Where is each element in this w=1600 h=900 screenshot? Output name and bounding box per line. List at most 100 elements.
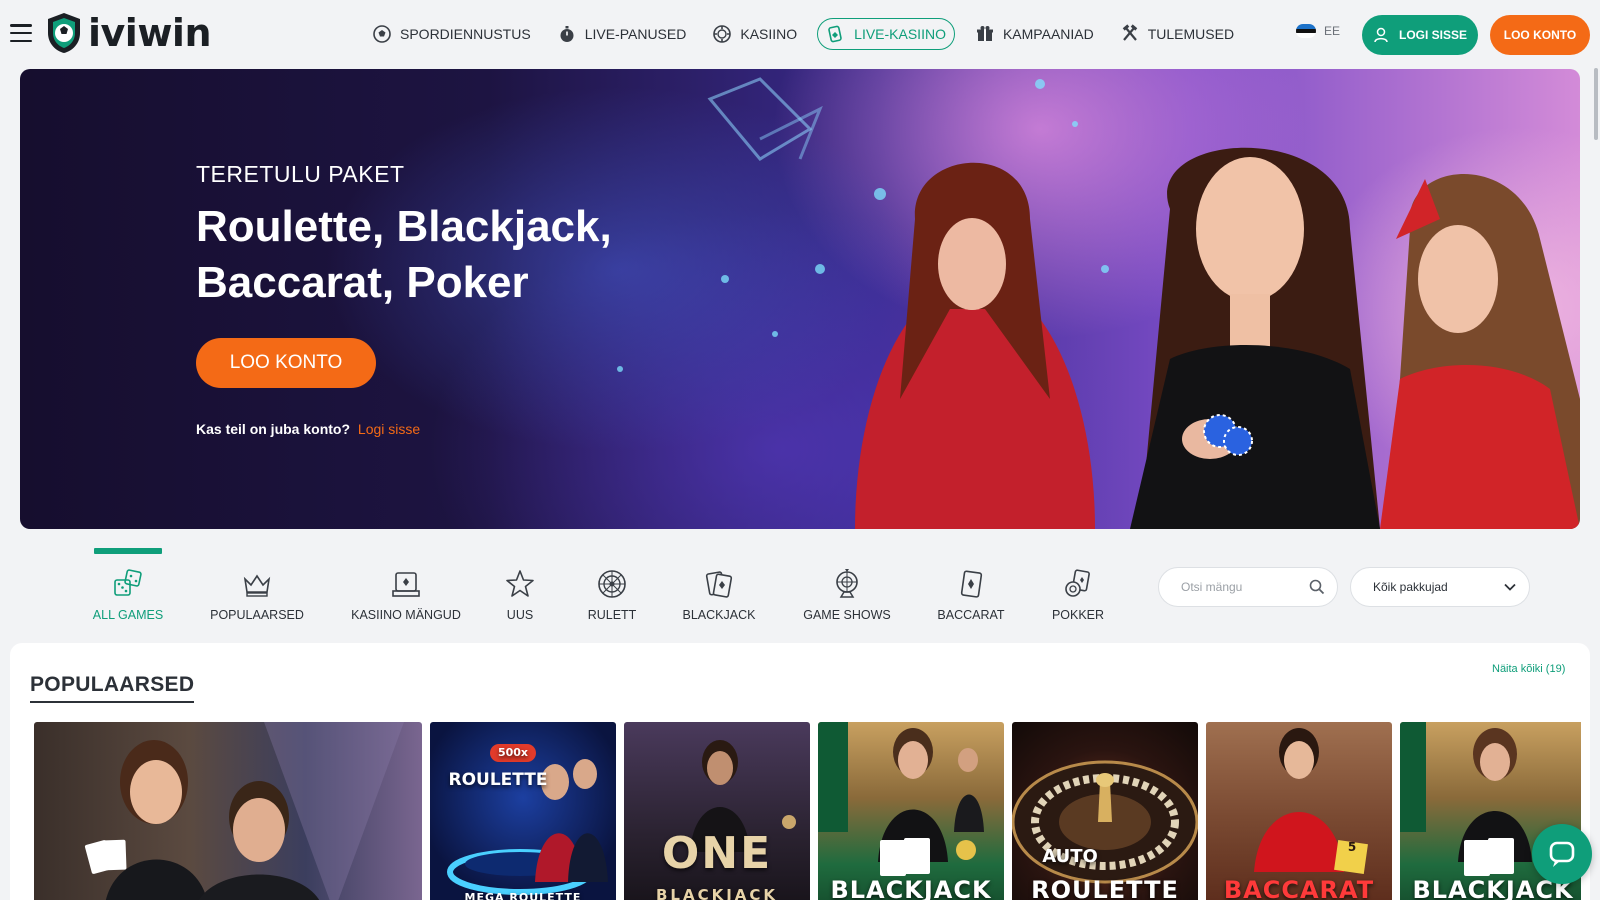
login-button[interactable]: LOGI SISSE [1362, 15, 1478, 55]
playing-cards-icon [705, 571, 733, 598]
game-tile[interactable]: 5 BACCARAT [1206, 722, 1392, 900]
category-label: UUS [506, 608, 534, 622]
tab-casino-games[interactable]: KASIINO MÄNGUD [340, 548, 472, 626]
search-icon[interactable] [1309, 579, 1325, 595]
game-badge: 500x [497, 746, 529, 759]
hero-title: Roulette, Blackjack, Baccarat, Poker [196, 202, 612, 307]
game-thumbnail [1254, 728, 1368, 874]
soccer-ball-icon [373, 25, 391, 43]
game-title: BLACKJACK [830, 876, 992, 900]
game-tiles-row: 500x ROULETTE MEGA ROULETTE ONE BLACKJAC… [34, 722, 1581, 900]
card-icon [960, 570, 983, 598]
top-header: iviwin SPORDIENNUSTUS LIVE-PANUSED KASII… [0, 0, 1600, 68]
category-label: RULETT [587, 608, 637, 622]
game-tile[interactable]: BLACKJACK [818, 722, 1004, 900]
see-all-link[interactable]: Näita kõiki (19) [1492, 663, 1565, 675]
main-nav: SPORDIENNUSTUS LIVE-PANUSED KASIINO LIVE… [366, 18, 1240, 50]
tab-baccarat[interactable]: BACCARAT [912, 548, 1030, 626]
nav-label: LIVE-KASIINO [854, 26, 946, 42]
nav-item-live-casino[interactable]: LIVE-KASIINO [817, 18, 955, 50]
estonia-flag-icon [1296, 24, 1316, 38]
game-thumbnail [84, 722, 404, 900]
tab-popular[interactable]: POPULAARSED [174, 548, 340, 626]
game-tile[interactable]: 500x ROULETTE MEGA ROULETTE [430, 722, 616, 900]
chevron-down-icon [1504, 583, 1516, 591]
hero-banner: TERETULU PAKET Roulette, Blackjack, Bacc… [20, 69, 1580, 529]
hero-login-link[interactable]: Logi sisse [358, 421, 420, 437]
game-logo-text: ROULETTE [448, 770, 548, 790]
category-tabs: ALL GAMES POPULAARSED KASIINO MÄNGUD UUS… [82, 548, 1126, 626]
nav-label: LIVE-PANUSED [584, 26, 687, 42]
crown-icon [243, 574, 271, 597]
gift-icon [976, 26, 993, 41]
language-selector[interactable]: EE [1296, 24, 1340, 38]
game-thumbnail [818, 722, 984, 876]
nav-label: KAMPAANIAD [1002, 26, 1094, 42]
section-title: POPULAARSED [30, 673, 195, 703]
category-label: POKKER [1051, 608, 1105, 622]
language-code: EE [1324, 24, 1341, 38]
game-logo-text: ONE [661, 828, 773, 879]
tab-game-shows[interactable]: GAME SHOWS [782, 548, 912, 626]
tab-roulette[interactable]: RULETT [568, 548, 656, 626]
crossed-hammers-icon [1122, 24, 1137, 41]
hamburger-menu-icon[interactable] [10, 24, 32, 42]
live-chat-button[interactable] [1532, 824, 1592, 884]
game-logo-text: AUTO [1042, 846, 1098, 867]
category-label: BACCARAT [937, 608, 1005, 622]
game-tile[interactable]: ONE BLACKJACK [624, 722, 810, 900]
game-thumbnail [1012, 760, 1198, 884]
nav-item-sports[interactable]: SPORDIENNUSTUS [366, 18, 537, 50]
provider-select[interactable]: Kõik pakkujad [1350, 567, 1530, 607]
tab-new[interactable]: UUS [472, 548, 568, 626]
category-label: POPULAARSED [210, 608, 304, 622]
game-badge: 5 [1347, 840, 1357, 854]
game-title: BLACKJACK [655, 886, 779, 900]
category-label: ALL GAMES [92, 608, 164, 622]
popular-section: POPULAARSED Näita kõiki (19) 500x ROULET… [10, 643, 1590, 900]
game-show-wheel-icon [836, 569, 858, 598]
game-title: ROULETTE [1031, 876, 1179, 900]
user-icon [1374, 27, 1388, 43]
nav-item-promotions[interactable]: KAMPAANIAD [969, 18, 1100, 50]
poker-chips-icon [1065, 569, 1090, 597]
star-icon [506, 570, 534, 597]
tab-blackjack[interactable]: BLACKJACK [656, 548, 782, 626]
hero-login-question: Kas teil on juba konto? [196, 421, 351, 437]
nav-item-casino[interactable]: KASIINO [706, 18, 803, 50]
game-tile[interactable] [34, 722, 422, 900]
hero-register-button[interactable]: LOO KONTO [196, 338, 376, 388]
game-title: BACCARAT [1223, 876, 1375, 900]
register-button[interactable]: LOO KONTO [1490, 15, 1590, 55]
category-label: BLACKJACK [682, 608, 756, 622]
game-title: MEGA ROULETTE [464, 891, 582, 900]
category-label: GAME SHOWS [803, 608, 891, 622]
nav-label: SPORDIENNUSTUS [400, 26, 531, 42]
slot-machine-icon [392, 572, 420, 597]
login-label: LOGI SISSE [1398, 28, 1467, 42]
register-label: LOO KONTO [1503, 28, 1577, 42]
game-search [1158, 567, 1338, 607]
roulette-wheel-icon [598, 570, 626, 598]
tab-all-games[interactable]: ALL GAMES [82, 548, 174, 626]
game-tile[interactable]: AUTO ROULETTE [1012, 722, 1198, 900]
nav-label: KASIINO [740, 26, 798, 42]
brand-logo[interactable]: iviwin [44, 10, 212, 56]
tab-poker[interactable]: POKKER [1030, 548, 1126, 626]
nav-item-live-bets[interactable]: LIVE-PANUSED [551, 18, 693, 50]
shield-logo-icon [48, 13, 80, 53]
nav-item-results[interactable]: TULEMUSED [1114, 18, 1240, 50]
hero-eyebrow: TERETULU PAKET [196, 161, 405, 187]
live-cards-icon [828, 25, 842, 43]
brand-name: iviwin [88, 11, 212, 55]
casino-chip-icon [713, 25, 732, 43]
nav-label: TULEMUSED [1147, 26, 1235, 42]
category-label: KASIINO MÄNGUD [351, 608, 461, 622]
chat-bubble-icon [1549, 841, 1575, 867]
provider-selected-value: Kõik pakkujad [1373, 580, 1448, 594]
search-input[interactable] [1181, 580, 1301, 594]
dice-icon [114, 569, 142, 596]
hero-login-prompt: Kas teil on juba konto? Logi sisse [196, 421, 420, 437]
stopwatch-icon [560, 26, 574, 42]
page-scrollbar[interactable] [1594, 68, 1598, 140]
